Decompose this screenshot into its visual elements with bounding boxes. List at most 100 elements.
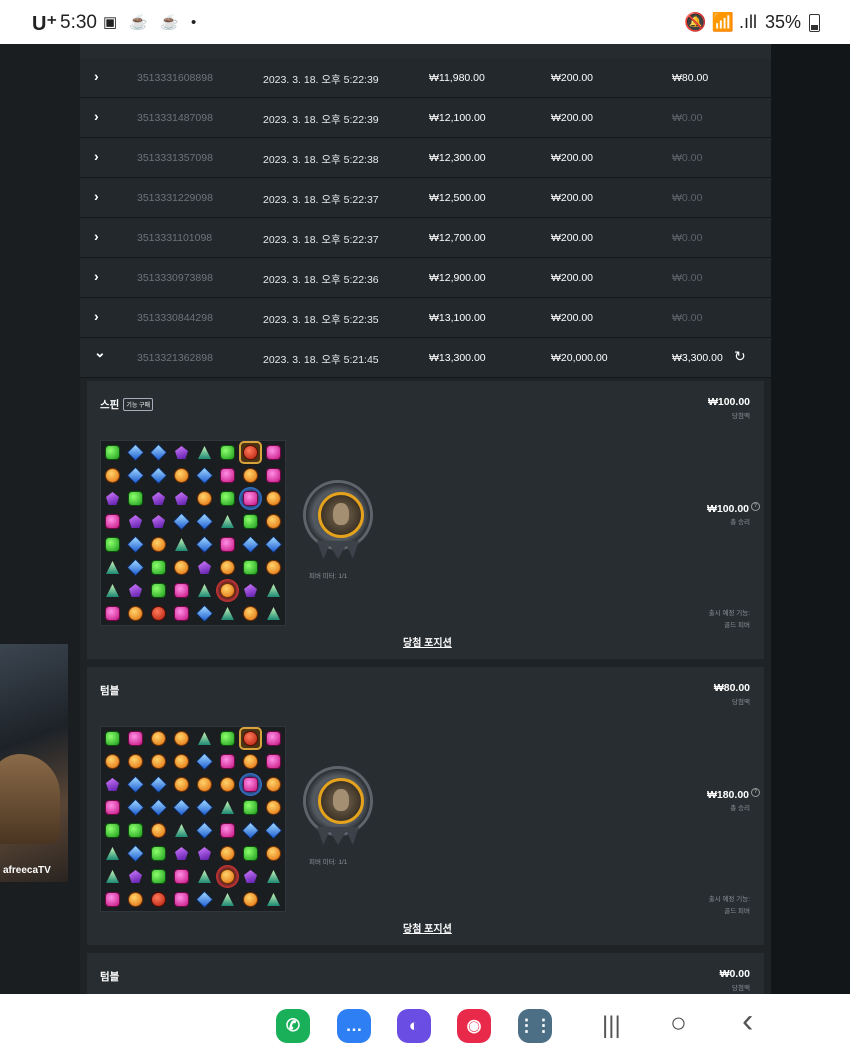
chevron-right-icon[interactable]: › [94, 268, 99, 284]
system-indicators: 🔕 📶 .ıll 35% [684, 12, 820, 33]
orange-gem-icon [124, 602, 147, 625]
win-amount: ₩200.00 [551, 112, 594, 124]
teal-gem-icon [216, 602, 239, 625]
stream-video-overlay[interactable]: afreecaTV [0, 644, 68, 882]
messages-app-icon[interactable]: … [337, 1009, 371, 1043]
teal-gem-icon [216, 888, 239, 911]
profit-amount: ₩0.00 [672, 312, 703, 324]
medal-ring [306, 769, 370, 833]
phone-app-icon[interactable]: ✆ [276, 1009, 310, 1043]
pink-gem-icon [170, 602, 193, 625]
blue-gem-icon [170, 796, 193, 819]
orange-gem-icon [262, 842, 285, 865]
table-row[interactable]: › 3513330973898 2023. 3. 18. 오후 5:22:36 ₩12… [80, 258, 771, 298]
help-icon[interactable]: ? [751, 788, 760, 797]
total-win-label: 총 승리 [730, 519, 750, 526]
chevron-right-icon[interactable]: › [94, 308, 99, 324]
chevron-right-icon[interactable]: › [94, 188, 99, 204]
total-win-amount: ₩100.00? [707, 502, 760, 515]
table-row[interactable]: › 3513330844298 2023. 3. 18. 오후 5:22:35 ₩13… [80, 298, 771, 338]
bet-amount: ₩12,700.00 [429, 232, 486, 244]
pink-gem-icon [239, 487, 262, 510]
orange-gem-icon [216, 773, 239, 796]
pink-gem-icon [262, 727, 285, 750]
help-icon[interactable]: ? [751, 502, 760, 511]
orange-gem-icon [216, 579, 239, 602]
transaction-date: 2023. 3. 18. 오후 5:22:36 [263, 274, 379, 286]
win-amount: ₩200.00 [551, 192, 594, 204]
orange-gem-icon [262, 773, 285, 796]
chevron-right-icon[interactable]: › [94, 228, 99, 244]
table-row[interactable]: › 3513331229098 2023. 3. 18. 오후 5:22:37 ₩12… [80, 178, 771, 218]
blue-gem-icon [124, 796, 147, 819]
teal-gem-icon [193, 727, 216, 750]
car-seat-image [0, 754, 60, 844]
total-win-value: ₩100.00 [706, 503, 749, 515]
chevron-right-icon[interactable]: › [94, 148, 99, 164]
pink-gem-icon [216, 750, 239, 773]
orange-gem-icon [262, 556, 285, 579]
orange-gem-icon [101, 464, 124, 487]
blue-gem-icon [193, 533, 216, 556]
orange-gem-icon [124, 750, 147, 773]
winning-positions-link[interactable]: 당첨 포지션 [403, 634, 452, 649]
orange-gem-icon [262, 510, 285, 533]
green-gem-icon [124, 487, 147, 510]
green-gem-icon [147, 556, 170, 579]
bet-amount: ₩13,300.00 [429, 352, 486, 364]
round-panel: 텀블 ₩80.00 당첨액 피버 미터: 1/1 ₩180.00? 총 승리 출시 예정 기… [87, 667, 764, 945]
note-line: 출시 예정 기능: [708, 610, 750, 617]
recents-button[interactable]: ||| [602, 1012, 621, 1040]
table-row[interactable]: › 3513331608898 2023. 3. 18. 오후 5:22:39 ₩11… [80, 58, 771, 98]
green-gem-icon [216, 487, 239, 510]
orange-gem-icon [193, 487, 216, 510]
round-win-amount: ₩0.00 [719, 968, 750, 980]
table-row[interactable]: › 3513331101098 2023. 3. 18. 오후 5:22:37 ₩12… [80, 218, 771, 258]
chevron-right-icon[interactable]: › [94, 108, 99, 124]
blue-gem-icon [262, 533, 285, 556]
red-gem-icon [147, 602, 170, 625]
bet-amount: ₩11,980.00 [429, 72, 485, 84]
pink-gem-icon [216, 464, 239, 487]
orange-gem-icon [239, 750, 262, 773]
home-button[interactable]: ○ [670, 1007, 687, 1039]
medal-base [317, 827, 359, 845]
green-gem-icon [216, 727, 239, 750]
bet-history-panel[interactable]: › 3513331608898 2023. 3. 18. 오후 5:22:39 ₩11… [80, 44, 771, 994]
camera-app-icon[interactable]: ◉ [457, 1009, 491, 1043]
transaction-date: 2023. 3. 18. 오후 5:22:37 [263, 234, 379, 246]
back-button[interactable]: ‹ [742, 1002, 753, 1041]
chevron-down-icon[interactable]: ⌄ [94, 344, 106, 361]
green-gem-icon [101, 727, 124, 750]
win-amount: ₩200.00 [551, 152, 594, 164]
pink-gem-icon [170, 888, 193, 911]
purple-gem-icon [193, 556, 216, 579]
purple-gem-icon [193, 842, 216, 865]
transaction-date: 2023. 3. 18. 오후 5:22:39 [263, 74, 379, 86]
medal-ring [306, 483, 370, 547]
blue-gem-icon [147, 773, 170, 796]
green-gem-icon [147, 865, 170, 888]
teal-gem-icon [262, 865, 285, 888]
apps-drawer-icon[interactable]: ⋮⋮ [518, 1009, 552, 1043]
medal-face [333, 503, 349, 525]
refresh-icon[interactable]: ↻ [734, 348, 746, 365]
table-row[interactable]: › 3513331357098 2023. 3. 18. 오후 5:22:38 ₩12… [80, 138, 771, 178]
winning-positions-link[interactable]: 당첨 포지션 [403, 920, 452, 935]
navigation-bar: ✆ … ◐ ◉ ⋮⋮ ||| ○ ‹ [0, 994, 850, 1062]
table-row[interactable]: ⌄ 3513321362898 2023. 3. 18. 오후 5:21:45 ₩13… [80, 338, 771, 378]
red-gem-icon [239, 441, 262, 464]
bet-amount: ₩12,500.00 [429, 192, 486, 204]
table-row[interactable]: › 3513331487098 2023. 3. 18. 오후 5:22:39 ₩12… [80, 98, 771, 138]
blue-gem-icon [193, 464, 216, 487]
pink-gem-icon [101, 796, 124, 819]
internet-app-icon[interactable]: ◐ [397, 1009, 431, 1043]
profit-amount: ₩0.00 [672, 152, 703, 164]
chevron-right-icon[interactable]: › [94, 68, 99, 84]
symbol-grid [100, 726, 286, 912]
blue-gem-icon [124, 842, 147, 865]
pink-gem-icon [101, 602, 124, 625]
orange-gem-icon [147, 533, 170, 556]
orange-gem-icon [147, 819, 170, 842]
teal-gem-icon [216, 510, 239, 533]
